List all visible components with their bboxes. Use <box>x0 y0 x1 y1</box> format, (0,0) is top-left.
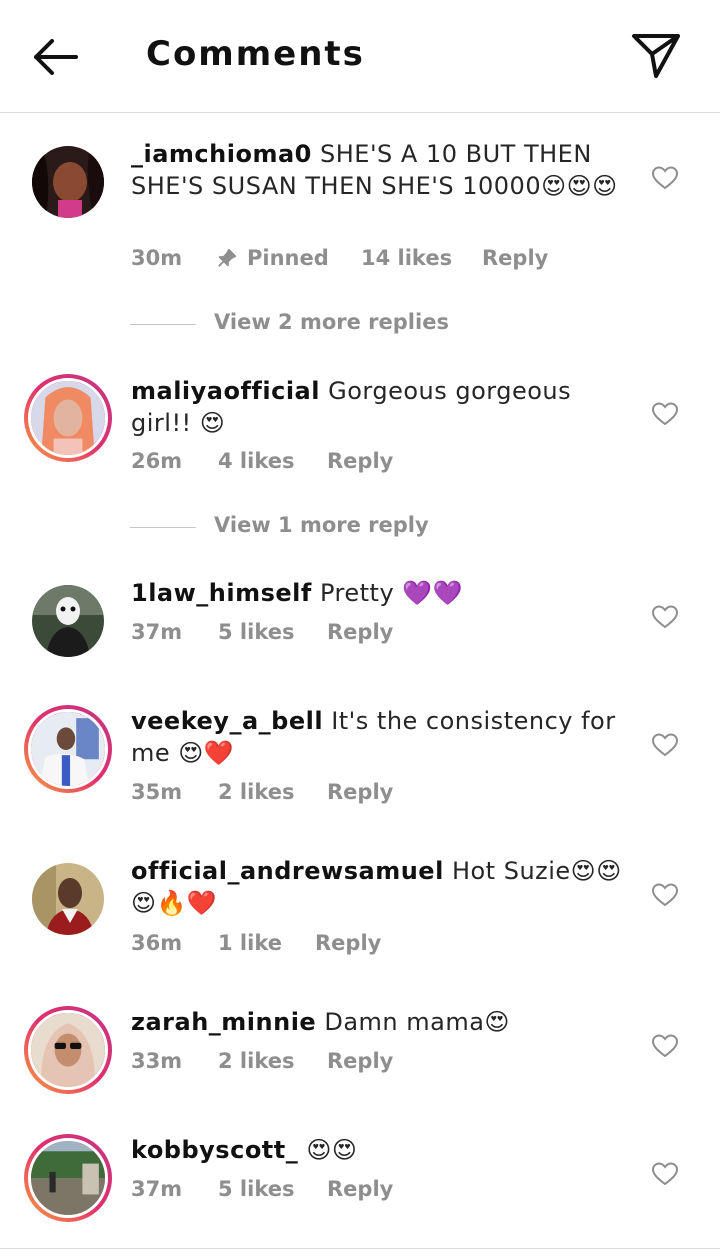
heart-outline-icon[interactable] <box>652 402 678 426</box>
page-title: Comments <box>146 34 365 74</box>
comment-username[interactable]: _iamchioma0 <box>131 140 312 168</box>
heart-outline-icon[interactable] <box>652 1162 678 1186</box>
pin-icon <box>218 248 237 267</box>
comment-time: 33m <box>131 1049 183 1073</box>
comment-username[interactable]: veekey_a_bell <box>131 707 323 735</box>
reply-button[interactable]: Reply <box>327 1049 393 1073</box>
divider <box>0 1248 720 1249</box>
comment-time: 37m <box>131 620 183 644</box>
comment-text: veekey_a_bell It's the consistency for m… <box>131 705 631 769</box>
avatar[interactable] <box>24 1134 112 1222</box>
avatar[interactable] <box>24 1006 112 1094</box>
comment-likes[interactable]: 5 likes <box>218 1177 294 1201</box>
comment-body: 😍😍 <box>306 1136 358 1164</box>
pinned-label: Pinned <box>247 246 329 270</box>
avatar[interactable] <box>32 146 104 218</box>
comment-meta: 35m 2 likes Reply <box>131 780 531 808</box>
share-button[interactable] <box>628 28 684 84</box>
comment-text: maliyaofficial Gorgeous gorgeous girl!! … <box>131 375 631 439</box>
header-bar: Comments <box>0 0 720 113</box>
heart-outline-icon[interactable] <box>652 883 678 907</box>
heart-outline-icon[interactable] <box>652 166 678 190</box>
reply-button[interactable]: Reply <box>327 620 393 644</box>
comment-username[interactable]: zarah_minnie <box>131 1008 316 1036</box>
view-more-label: View 1 more reply <box>214 513 429 537</box>
arrow-left-icon <box>34 39 78 75</box>
view-more-label: View 2 more replies <box>214 310 449 334</box>
comment-time: 30m <box>131 246 183 270</box>
comment-likes[interactable]: 2 likes <box>218 1049 294 1073</box>
comment-text: _iamchioma0 SHE'S A 10 BUT THEN SHE'S SU… <box>131 138 631 202</box>
avatar-photo <box>31 1013 105 1087</box>
avatar-photo <box>31 1141 105 1215</box>
comment-likes[interactable]: 14 likes <box>361 246 452 270</box>
avatar-photo <box>32 146 104 218</box>
avatar-photo <box>31 381 105 455</box>
reply-button[interactable]: Reply <box>327 780 393 804</box>
comment-body: Damn mama😍 <box>324 1008 510 1036</box>
comment-likes[interactable]: 5 likes <box>218 620 294 644</box>
paper-plane-icon <box>632 34 680 78</box>
comment-username[interactable]: official_andrewsamuel <box>131 857 444 885</box>
comment-meta: 30m Pinned 14 likes Reply <box>131 246 571 274</box>
comment-meta: 37m 5 likes Reply <box>131 620 531 648</box>
heart-outline-icon[interactable] <box>652 733 678 757</box>
comment-time: 35m <box>131 780 183 804</box>
heart-outline-icon[interactable] <box>652 1034 678 1058</box>
avatar-photo <box>31 712 105 786</box>
comment-text: official_andrewsamuel Hot Suzie😍😍😍🔥❤️ <box>131 855 631 919</box>
comment-text: 1law_himself Pretty 💜💜 <box>131 577 631 609</box>
comment-username[interactable]: 1law_himself <box>131 579 312 607</box>
avatar[interactable] <box>32 585 104 657</box>
avatar-photo <box>32 585 104 657</box>
reply-button[interactable]: Reply <box>327 1177 393 1201</box>
comment-time: 26m <box>131 449 183 473</box>
comment-meta: 36m 1 like Reply <box>131 931 531 959</box>
avatar[interactable] <box>32 863 104 935</box>
comment-meta: 37m 5 likes Reply <box>131 1177 531 1205</box>
comment-likes[interactable]: 2 likes <box>218 780 294 804</box>
comment-meta: 33m 2 likes Reply <box>131 1049 531 1077</box>
back-button[interactable] <box>28 32 84 82</box>
divider <box>130 527 196 528</box>
comment-likes[interactable]: 4 likes <box>218 449 294 473</box>
comment-text: zarah_minnie Damn mama😍 <box>131 1006 631 1038</box>
divider <box>130 324 196 325</box>
avatar[interactable] <box>24 374 112 462</box>
comment-meta: 26m 4 likes Reply <box>131 449 531 477</box>
comment-text: kobbyscott_ 😍😍 <box>131 1134 631 1166</box>
reply-button[interactable]: Reply <box>327 449 393 473</box>
comment-username[interactable]: kobbyscott_ <box>131 1136 298 1164</box>
avatar[interactable] <box>24 705 112 793</box>
comment-time: 36m <box>131 931 183 955</box>
view-more-replies[interactable]: View 1 more reply <box>130 513 550 543</box>
reply-button[interactable]: Reply <box>482 246 548 270</box>
comment-body: Pretty 💜💜 <box>319 579 464 607</box>
reply-button[interactable]: Reply <box>315 931 381 955</box>
comment-likes[interactable]: 1 like <box>218 931 282 955</box>
comment-time: 37m <box>131 1177 183 1201</box>
heart-outline-icon[interactable] <box>652 605 678 629</box>
comment-username[interactable]: maliyaofficial <box>131 377 320 405</box>
avatar-photo <box>32 863 104 935</box>
view-more-replies[interactable]: View 2 more replies <box>130 310 550 340</box>
